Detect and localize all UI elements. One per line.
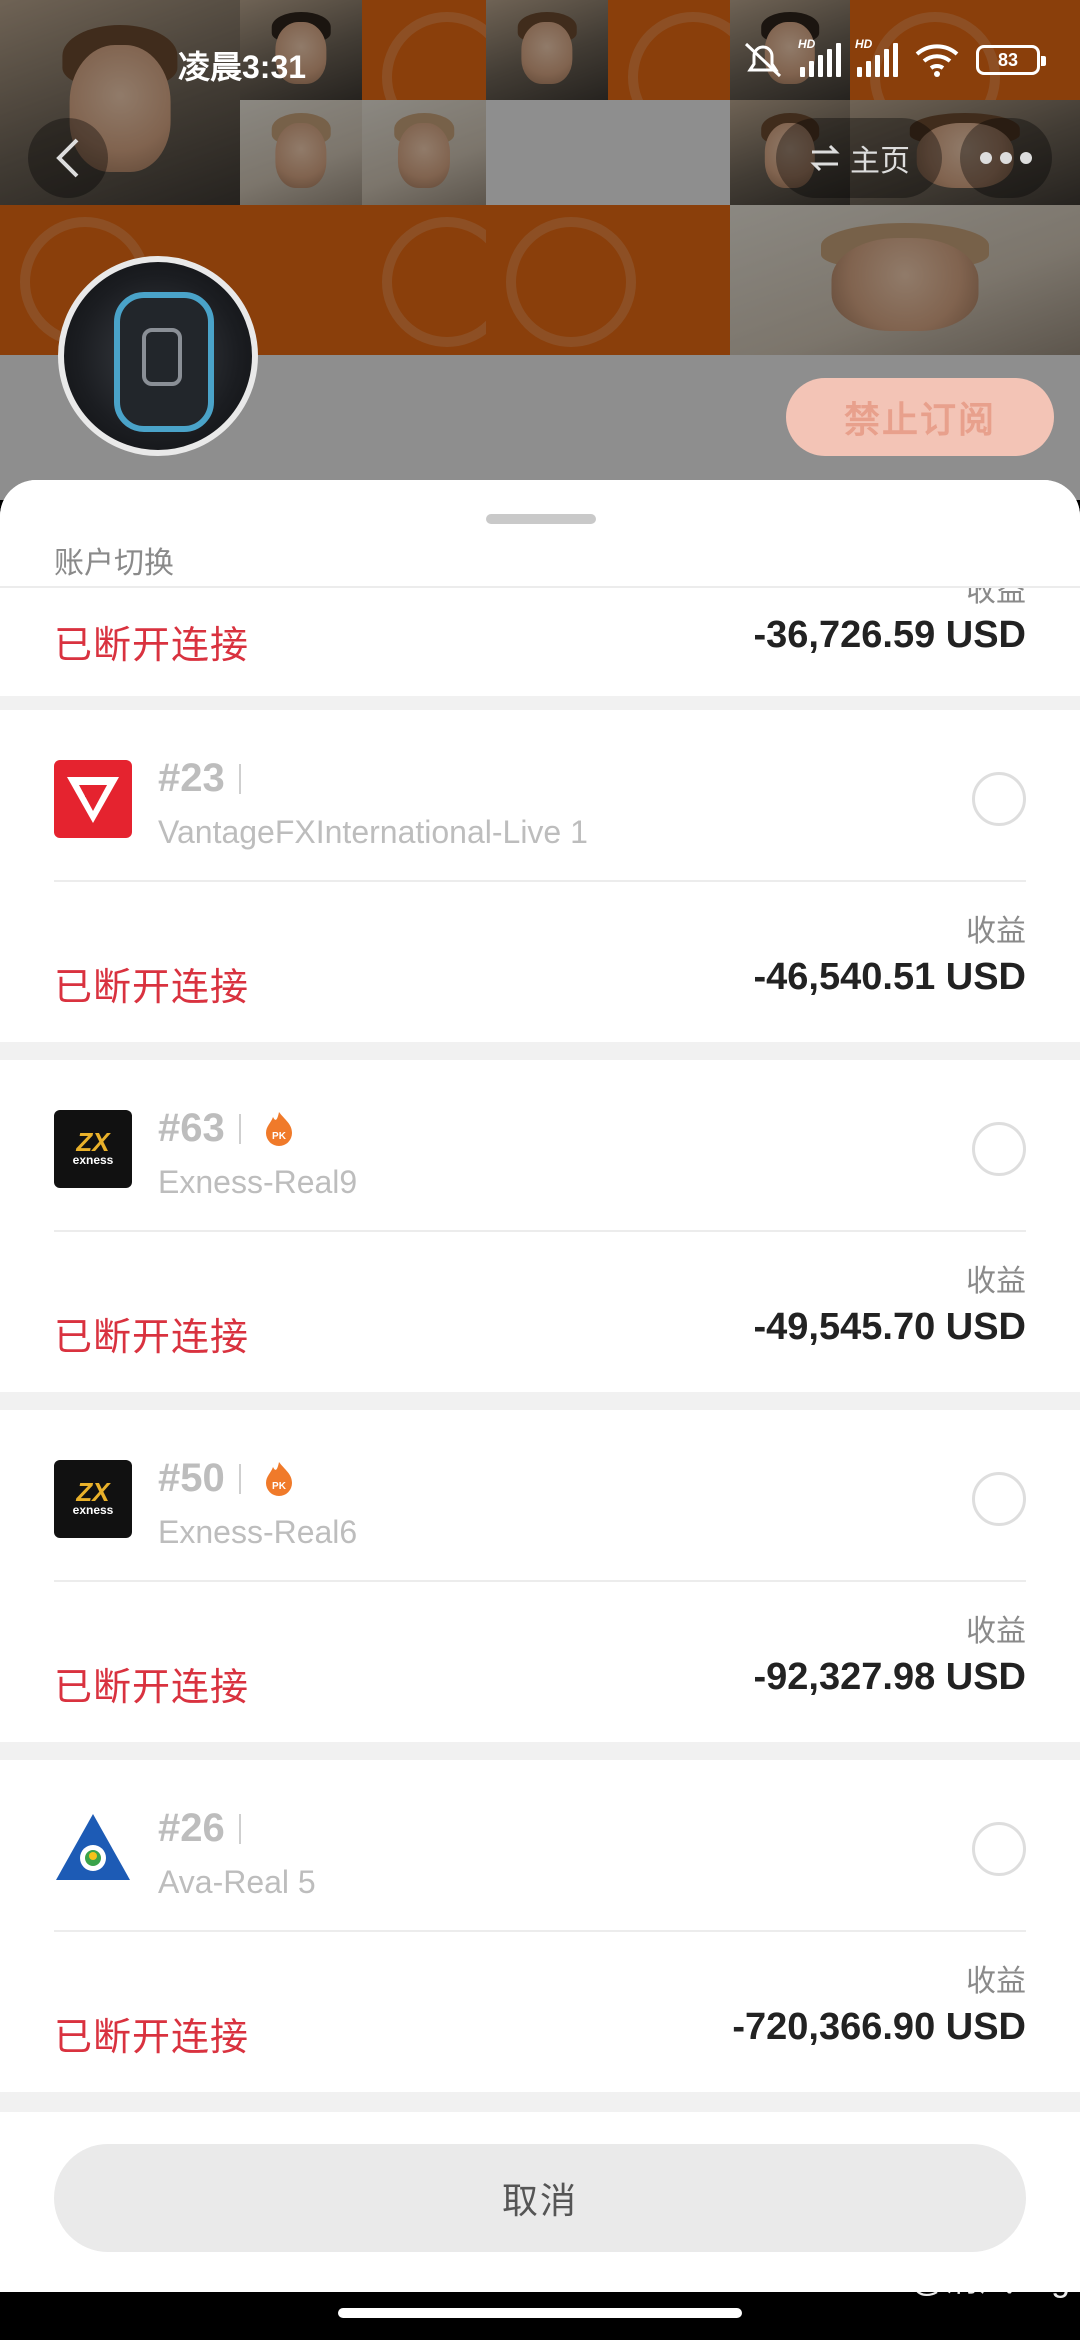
account-select-radio[interactable]	[972, 1472, 1026, 1526]
profit-amount: -49,545.70 USD	[753, 1306, 1027, 1348]
switch-icon	[810, 144, 840, 172]
account-server: Ava-Real 5	[158, 1864, 316, 1900]
account-number: #50 PK	[158, 1456, 295, 1501]
sheet-title: 账户切换	[54, 547, 174, 580]
profit-amount: -46,540.51 USD	[753, 956, 1027, 998]
account-select-radio[interactable]	[972, 772, 1026, 826]
hd-label: HD	[855, 37, 873, 51]
profile-avatar[interactable]	[58, 256, 258, 456]
profit-amount: -36,726.59 USD	[753, 614, 1027, 656]
account-card-partial[interactable]: 收益 已断开连接 -36,726.59 USD	[0, 575, 1080, 696]
dot-icon	[980, 152, 992, 164]
status-icons: HD HD 83	[742, 37, 1046, 80]
status-time: 凌晨3:31	[178, 49, 307, 85]
pk-fire-icon: PK	[265, 1111, 292, 1146]
pk-label: PK	[272, 1131, 287, 1142]
account-card[interactable]: ZX exness #50 PK Exness-Real6 收益 已断开连接 -…	[0, 1410, 1080, 1742]
account-header: #26 Ava-Real 5	[0, 1760, 1080, 1930]
drag-handle[interactable]	[486, 514, 596, 524]
pk-fire-icon: PK	[265, 1461, 292, 1496]
profit-label: 收益	[966, 1615, 1026, 1648]
account-server: Exness-Real6	[158, 1514, 358, 1550]
wifi-icon	[915, 44, 959, 77]
account-card[interactable]: #26 Ava-Real 5 收益 已断开连接 -720,366.90 USD	[0, 1760, 1080, 2092]
signal-1-icon: HD	[798, 37, 841, 77]
divider	[54, 1930, 1026, 1932]
ava-logo	[54, 1810, 132, 1888]
account-number-text: #26	[158, 1806, 225, 1850]
connection-status: 已断开连接	[54, 2017, 250, 2059]
more-options-button[interactable]	[960, 118, 1052, 198]
cancel-button[interactable]: 取消	[54, 2144, 1026, 2252]
cover-tile	[362, 205, 486, 355]
vantage-mark-icon	[67, 777, 119, 823]
dot-icon	[1020, 152, 1032, 164]
profit-label: 收益	[966, 1965, 1026, 1998]
ava-mark-icon	[56, 1814, 130, 1880]
connection-status: 已断开连接	[54, 1667, 250, 1709]
chevron-left-icon	[56, 138, 79, 178]
exness-wordmark: exness	[72, 1153, 114, 1167]
account-card[interactable]: #23 VantageFXInternational-Live 1 收益 已断开…	[0, 710, 1080, 1042]
account-server: VantageFXInternational-Live 1	[158, 814, 588, 850]
divider	[54, 1230, 1026, 1232]
profit-amount: -720,366.90 USD	[732, 2006, 1026, 2048]
connection-status: 已断开连接	[54, 967, 250, 1009]
mute-alarm-icon	[744, 42, 782, 78]
home-button[interactable]: 主页	[776, 118, 942, 198]
sheet-header: 账户切换	[0, 480, 1080, 588]
account-number-text: #50	[158, 1456, 225, 1500]
account-select-radio[interactable]	[972, 1822, 1026, 1876]
divider	[54, 880, 1026, 882]
account-number-text: #23	[158, 756, 225, 800]
disable-subscription-button[interactable]: 禁止订阅	[786, 378, 1054, 456]
exness-logo: ZX exness	[54, 1460, 132, 1538]
profit-amount: -92,327.98 USD	[753, 1656, 1027, 1698]
hd-label: HD	[798, 37, 816, 51]
connection-status: 已断开连接	[54, 625, 250, 667]
back-button[interactable]	[28, 118, 108, 198]
exness-mark: ZX	[76, 1127, 110, 1157]
watermark: @清风ong	[910, 2261, 1070, 2299]
home-label: 主页	[850, 145, 910, 178]
dot-icon	[1000, 152, 1012, 164]
exness-wordmark: exness	[72, 1503, 114, 1517]
signal-2-icon: HD	[855, 37, 898, 77]
account-select-radio[interactable]	[972, 1122, 1026, 1176]
connection-status: 已断开连接	[54, 1317, 250, 1359]
profit-label: 收益	[966, 915, 1026, 948]
gesture-home-bar[interactable]	[338, 2308, 742, 2318]
account-number: #26	[158, 1806, 241, 1851]
account-number-text: #63	[158, 1106, 225, 1150]
battery-icon: 83	[976, 45, 1046, 75]
account-header: #23 VantageFXInternational-Live 1	[0, 710, 1080, 880]
account-card[interactable]: ZX exness #63 PK Exness-Real9 收益 已断开连接 -…	[0, 1060, 1080, 1392]
account-number: #23	[158, 756, 241, 801]
exness-logo: ZX exness	[54, 1110, 132, 1188]
pk-label: PK	[272, 1481, 287, 1492]
account-server: Exness-Real9	[158, 1164, 358, 1200]
status-bar: 凌晨3:31 HD HD 83	[0, 0, 1080, 120]
profit-label: 收益	[966, 1265, 1026, 1298]
vantage-logo	[54, 760, 132, 838]
divider	[54, 1580, 1026, 1582]
account-number: #63 PK	[158, 1106, 295, 1151]
account-header: ZX exness #63 PK Exness-Real9	[0, 1060, 1080, 1230]
exness-mark: ZX	[76, 1477, 110, 1507]
cover-tile	[486, 205, 730, 355]
account-switch-sheet: 账户切换 收益 已断开连接 -36,726.59 USD #23 Vantage…	[0, 480, 1080, 2292]
account-header: ZX exness #50 PK Exness-Real6	[0, 1410, 1080, 1580]
battery-level: 83	[997, 49, 1019, 70]
cover-photo	[730, 205, 1080, 355]
